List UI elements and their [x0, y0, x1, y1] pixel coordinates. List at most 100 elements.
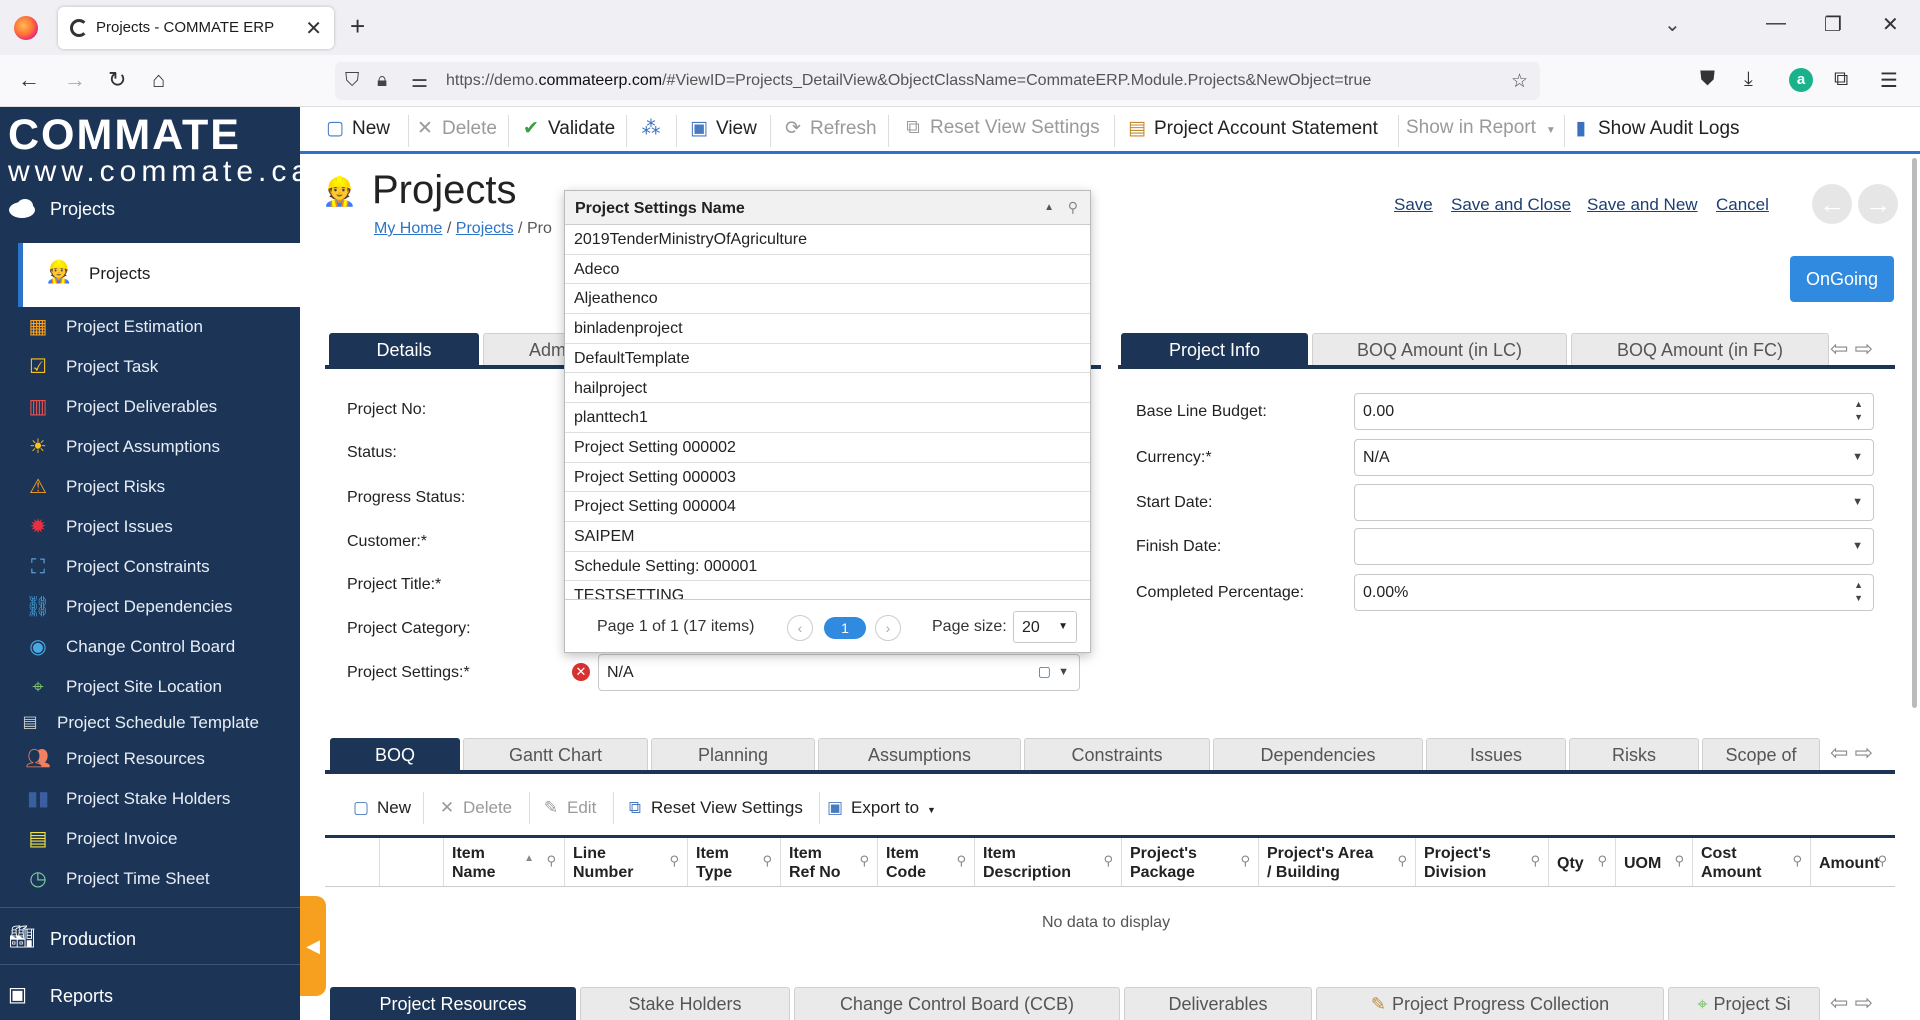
shield-icon[interactable]: ⛉ [345, 70, 359, 92]
save-and-new-link[interactable]: Save and New [1587, 195, 1698, 215]
status-button[interactable]: OnGoing [1790, 256, 1894, 302]
reload-icon[interactable]: ↻ [108, 67, 126, 93]
dropdown-arrow-icon[interactable]: ▼ [1852, 540, 1863, 552]
pager-prev-icon[interactable]: ‹ [787, 615, 813, 641]
grid-column-item-code[interactable]: Item Code ⚲ [877, 838, 974, 886]
tab-deliverables[interactable]: Deliverables [1124, 987, 1312, 1020]
grid-column-command[interactable] [379, 838, 443, 886]
close-tab-icon[interactable]: ✕ [305, 16, 322, 41]
project-account-statement-button[interactable]: ▤ Project Account Statement [1126, 117, 1378, 140]
grid-column-projects-division[interactable]: Project's Division ⚲ [1415, 838, 1548, 886]
sidebar-item-project-issues[interactable]: ✹ Project Issues [0, 511, 300, 543]
grid-column-select[interactable] [325, 838, 379, 886]
popup-list-item[interactable]: DefaultTemplate [565, 344, 1090, 374]
sidebar-item-project-invoice[interactable]: ▤ Project Invoice [0, 823, 300, 855]
tab-details[interactable]: Details [329, 333, 479, 365]
grid-edit-button[interactable]: ✎ Edit [541, 798, 596, 818]
back-icon[interactable]: ← [18, 67, 40, 93]
tab-project-progress-collection[interactable]: ✎ Project Progress Collection [1316, 987, 1664, 1020]
grid-column-projects-area[interactable]: Project's Area / Building ⚲ [1258, 838, 1415, 886]
tab-project-site[interactable]: ⌖ Project Si [1668, 987, 1820, 1020]
filter-icon[interactable]: ⚲ [1103, 853, 1113, 869]
grid-column-item-type[interactable]: Item Type ⚲ [687, 838, 780, 886]
popup-list-item[interactable]: binladenproject [565, 314, 1090, 344]
previous-record-icon[interactable]: ← [1812, 184, 1852, 224]
sidebar-item-project-time-sheet[interactable]: ◷ Project Time Sheet [0, 863, 300, 895]
lookup-edit-icon[interactable]: ▢ [1038, 663, 1051, 680]
page-size-select[interactable]: 20 ▼ [1013, 611, 1077, 643]
address-bar[interactable]: ⛉ 🔒︎ ⚌ https://demo.commateerp.com/#View… [335, 62, 1540, 100]
tab-project-resources[interactable]: Project Resources [330, 987, 576, 1020]
grid-column-item-ref-no[interactable]: Item Ref No ⚲ [780, 838, 877, 886]
start-date-picker[interactable]: ▼ [1354, 484, 1874, 521]
view-button[interactable]: ▣ View [688, 117, 757, 140]
sidebar-item-project-task[interactable]: ☑ Project Task [0, 351, 300, 383]
filter-icon[interactable]: ⚲ [762, 853, 772, 869]
page-scrollbar[interactable] [1912, 158, 1917, 708]
sidebar-item-change-control-board[interactable]: ◉ Change Control Board [0, 631, 300, 663]
sidebar-item-project-schedule-template[interactable]: ▤ Project Schedule Template [0, 707, 300, 739]
home-icon[interactable]: ⌂ [152, 67, 165, 93]
reset-view-settings-button[interactable]: ⧉ Reset View Settings [902, 117, 1099, 139]
pager-next-icon[interactable]: › [875, 615, 901, 641]
show-audit-logs-button[interactable]: ▮ Show Audit Logs [1570, 117, 1740, 140]
pager-current-page[interactable]: 1 [824, 617, 866, 639]
completed-percentage-input[interactable]: 0.00% ▲ ▼ [1354, 574, 1874, 611]
tab-constraints[interactable]: Constraints [1024, 738, 1210, 770]
bookmark-star-icon[interactable]: ☆ [1511, 70, 1528, 93]
grid-reset-view-button[interactable]: ⧉ Reset View Settings [625, 798, 803, 818]
sidebar-item-project-site-location[interactable]: ⌖ Project Site Location [0, 671, 300, 703]
sidebar-item-project-stake-holders[interactable]: ▮▮ Project Stake Holders [0, 783, 300, 815]
extensions-icon[interactable]: ⧉ [1834, 68, 1848, 91]
filter-icon[interactable]: ⚲ [859, 853, 869, 869]
sort-ascending-icon[interactable]: ▲ [524, 853, 534, 864]
spin-buttons-icon[interactable]: ▲ ▼ [1854, 398, 1863, 424]
pocket-icon[interactable]: ⛊ [1700, 68, 1715, 91]
filter-icon[interactable]: ⚲ [1674, 853, 1684, 869]
account-icon[interactable]: a [1789, 68, 1813, 92]
cancel-link[interactable]: Cancel [1716, 195, 1769, 215]
tab-issues[interactable]: Issues [1426, 738, 1566, 770]
tab-change-control-board[interactable]: Change Control Board (CCB) [794, 987, 1120, 1020]
filter-icon[interactable]: ⚲ [1068, 199, 1078, 216]
sidebar-section-projects[interactable]: Projects [0, 189, 300, 229]
popup-list-item[interactable]: hailproject [565, 374, 1090, 404]
menu-icon[interactable]: ☰ [1880, 68, 1898, 93]
breadcrumb-projects-link[interactable]: Projects [456, 220, 514, 237]
tab-boq-amount-lc[interactable]: BOQ Amount (in LC) [1312, 333, 1567, 365]
sidebar-item-project-risks[interactable]: ⚠ Project Risks [0, 471, 300, 503]
url-text[interactable]: https://demo.commateerp.com/#ViewID=Proj… [446, 72, 1371, 90]
download-icon[interactable]: ⤓ [1744, 68, 1753, 91]
grid-column-cost-amount[interactable]: Cost Amount ⚲ [1692, 838, 1810, 886]
sidebar-section-production[interactable]: 🏭︎ Production [0, 919, 300, 959]
currency-select[interactable]: N/A ▼ [1354, 439, 1874, 476]
tab-stake-holders[interactable]: Stake Holders [580, 987, 790, 1020]
dropdown-arrow-icon[interactable]: ▼ [1058, 666, 1069, 678]
close-window-icon[interactable]: ✕ [1882, 12, 1899, 37]
popup-column-header[interactable]: Project Settings Name ▲ ⚲ [565, 191, 1090, 225]
breadcrumb-home-link[interactable]: My Home [374, 220, 442, 237]
base-line-budget-input[interactable]: 0.00 ▲ ▼ [1354, 393, 1874, 430]
tab-planning[interactable]: Planning [651, 738, 815, 770]
grid-column-item-description[interactable]: Item Description ⚲ [974, 838, 1121, 886]
tab-scroll-arrows[interactable]: ⇦ ⇨ [1830, 990, 1873, 1016]
tab-scope[interactable]: Scope of [1702, 738, 1820, 770]
filter-icon[interactable]: ⚲ [1792, 853, 1802, 869]
lock-icon[interactable]: 🔒︎ [377, 70, 387, 92]
show-in-report-button[interactable]: Show in Report ▼ [1406, 117, 1556, 139]
popup-list-item[interactable]: planttech1 [565, 403, 1090, 433]
project-settings-lookup[interactable]: N/A ▢ ▼ [598, 654, 1080, 691]
save-link[interactable]: Save [1394, 195, 1433, 215]
filter-icon[interactable]: ⚲ [956, 853, 966, 869]
filter-icon[interactable]: ⚲ [1240, 853, 1250, 869]
finish-date-picker[interactable]: ▼ [1354, 528, 1874, 565]
grid-column-line-number[interactable]: Line Number ⚲ [564, 838, 687, 886]
chevron-down-icon[interactable]: ⌄ [1664, 12, 1681, 37]
popup-list-item[interactable]: Aljeathenco [565, 284, 1090, 315]
permissions-icon[interactable]: ⚌ [411, 70, 428, 93]
sidebar-item-project-deliverables[interactable]: ▥ Project Deliverables [0, 391, 300, 423]
tab-dependencies[interactable]: Dependencies [1213, 738, 1423, 770]
grid-column-item-name[interactable]: Item Name ▲ ⚲ [443, 838, 564, 886]
dropdown-arrow-icon[interactable]: ▼ [1852, 451, 1863, 463]
popup-list-item[interactable]: Project Setting 000003 [565, 463, 1090, 493]
